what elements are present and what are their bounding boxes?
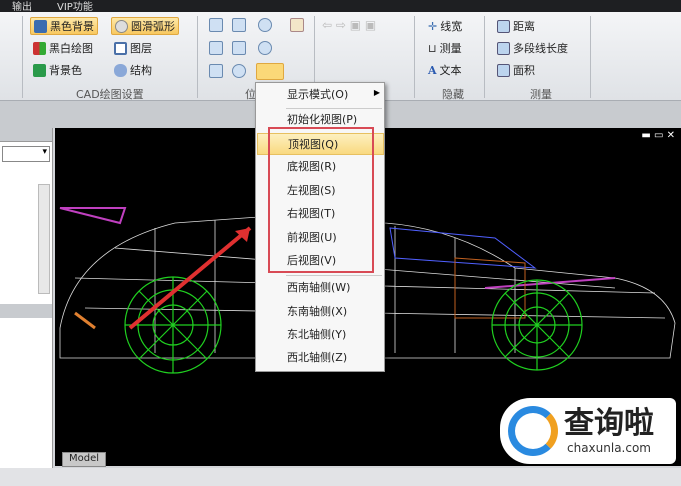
zoom-window-icon[interactable] xyxy=(232,18,246,32)
menu-item-se-iso[interactable]: 东南轴侧(X) xyxy=(257,301,384,323)
menu-item-display-mode[interactable]: 显示模式(O) xyxy=(257,84,384,106)
watermark: 查询啦 chaxunla.com xyxy=(500,398,676,464)
ruler-icon xyxy=(497,19,510,33)
menu-item-nw-iso[interactable]: 西北轴侧(Z) xyxy=(257,347,384,369)
arc-icon xyxy=(115,19,128,33)
structure-button[interactable]: 结构 xyxy=(111,61,155,79)
panel-scrollbar[interactable] xyxy=(38,184,50,294)
panel-dropdown[interactable]: ▾ xyxy=(2,146,50,162)
smooth-arc-button[interactable]: 圆滑弧形 xyxy=(111,17,179,35)
line-width-icon: ✛ xyxy=(428,19,438,33)
polyline-length-button[interactable]: 多段线长度 xyxy=(494,39,571,57)
bgcolor-icon xyxy=(33,63,46,77)
background-color-button[interactable]: 背景色 xyxy=(30,61,85,79)
left-panel: ▾ xyxy=(0,128,53,468)
view-tool2-icon[interactable] xyxy=(209,41,223,55)
distance-button[interactable]: 距离 xyxy=(494,17,538,35)
submenu-arrow-icon: ▶ xyxy=(373,88,380,97)
status-bar xyxy=(0,468,681,486)
watermark-url: chaxunla.com xyxy=(567,441,651,455)
zoom-in-icon[interactable] xyxy=(258,18,272,32)
bw-icon xyxy=(33,41,46,55)
bw-drawing-button[interactable]: 黑白绘图 xyxy=(30,39,96,57)
zoom-extents-icon[interactable] xyxy=(232,41,246,55)
view-dropdown-button[interactable] xyxy=(256,63,284,80)
polyline-ruler-icon xyxy=(497,41,510,55)
line-width-button[interactable]: ✛ 线宽 xyxy=(425,17,465,35)
watermark-brand: 查询啦 xyxy=(564,406,654,441)
tab-model[interactable]: Model xyxy=(62,452,106,467)
black-background-button[interactable]: 黑色背景 xyxy=(30,17,98,35)
pan-hand-icon[interactable] xyxy=(290,18,304,32)
structure-icon xyxy=(114,63,127,77)
watermark-logo-icon xyxy=(508,406,558,456)
area-button[interactable]: 面积 xyxy=(494,61,538,79)
menu-item-sw-iso[interactable]: 西南轴侧(W) xyxy=(257,277,384,299)
text-icon: A xyxy=(428,63,437,77)
menu-bar: 输出 VIP功能 xyxy=(0,0,681,13)
area-icon xyxy=(497,63,510,77)
highlight-box xyxy=(268,127,374,273)
background-icon xyxy=(34,19,47,33)
canvas-window-controls[interactable]: ▬ ▭ ✕ xyxy=(641,130,675,141)
layers-button[interactable]: 图层 xyxy=(111,39,155,57)
zoom-out-icon[interactable] xyxy=(258,41,272,55)
layers-icon xyxy=(114,41,127,55)
undo-redo-icons: ⇦ ⇨ ▣ ▣ xyxy=(322,18,377,32)
rotate-3d-icon[interactable] xyxy=(209,64,223,78)
zoom-realtime-icon[interactable] xyxy=(232,64,246,78)
dimension-icon: ⊔ xyxy=(428,41,437,55)
text-button[interactable]: A 文本 xyxy=(425,61,465,79)
measure-dim-button[interactable]: ⊔ 测量 xyxy=(425,39,465,57)
menu-item-ne-iso[interactable]: 东北轴侧(Y) xyxy=(257,324,384,346)
view-tool-icon[interactable] xyxy=(209,18,223,32)
